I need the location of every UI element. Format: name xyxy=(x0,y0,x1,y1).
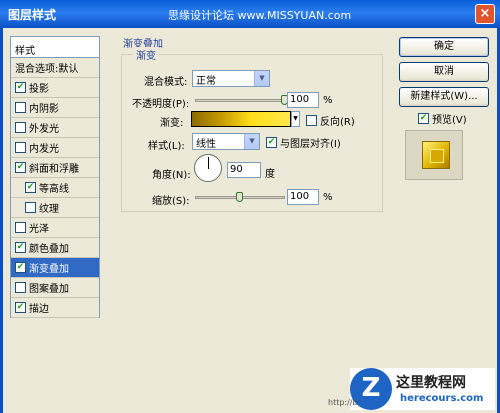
align-check-box[interactable]: ✔ xyxy=(266,137,277,148)
style-select[interactable]: 线性 ▼ xyxy=(192,133,260,150)
blend-mode-select[interactable]: 正常 ▼ xyxy=(192,70,270,87)
style-item-checkbox[interactable]: ✔ xyxy=(15,242,26,253)
style-item-label: 颜色叠加 xyxy=(29,244,69,255)
style-list-item[interactable]: ✔ 斜面和浮雕 xyxy=(11,158,99,178)
chevron-down-icon: ▼ xyxy=(244,134,259,149)
style-item-label: 混合选项:默认 xyxy=(15,64,79,75)
style-list-item[interactable]: ✔ 等高线 xyxy=(11,178,99,198)
style-item-checkbox[interactable]: ✔ xyxy=(15,162,26,173)
angle-input[interactable]: 90 xyxy=(227,162,261,178)
window-title: 图层样式 xyxy=(8,8,57,22)
style-list-item[interactable]: ✔ 渐变叠加 xyxy=(11,258,99,278)
angle-dial[interactable] xyxy=(194,154,222,182)
align-label: 与图层对齐(I) xyxy=(280,139,341,150)
scale-input[interactable]: 100 xyxy=(287,189,319,205)
angle-dial-needle xyxy=(208,157,209,169)
gradient-dropdown-icon[interactable]: ▼ xyxy=(291,111,300,127)
style-list-item[interactable]: 纹理 xyxy=(11,198,99,218)
style-item-checkbox[interactable] xyxy=(15,142,26,153)
style-list-item[interactable]: 图案叠加 xyxy=(11,278,99,298)
style-item-checkbox[interactable]: ✔ xyxy=(15,262,26,273)
style-item-label: 外发光 xyxy=(29,124,59,135)
preview-square-icon xyxy=(422,141,450,169)
scale-label: 缩放(S): xyxy=(152,196,190,207)
preview-check-box[interactable]: ✔ xyxy=(418,113,429,124)
gradient-label: 渐变: xyxy=(160,118,184,129)
blend-mode-value: 正常 xyxy=(196,76,216,87)
opacity-slider-track[interactable] xyxy=(195,99,285,102)
align-with-layer-checkbox[interactable]: ✔ 与图层对齐(I) xyxy=(266,135,341,150)
style-item-label: 纹理 xyxy=(39,204,59,215)
site-logo: Z 这里教程网 herecours.com xyxy=(350,368,495,410)
style-list-item[interactable]: ✔ 描边 xyxy=(11,298,99,318)
style-item-label: 斜面和浮雕 xyxy=(29,164,79,175)
cancel-button[interactable]: 取消 xyxy=(399,62,489,82)
style-list-item[interactable]: 混合选项:默认 xyxy=(11,58,99,78)
style-list-item[interactable]: 外发光 xyxy=(11,118,99,138)
logo-chinese-text: 这里教程网 xyxy=(396,375,466,391)
style-item-label: 等高线 xyxy=(39,184,69,195)
style-list-item[interactable]: 内发光 xyxy=(11,138,99,158)
style-list-header[interactable]: 样式 xyxy=(11,37,99,58)
blend-mode-label: 混合模式: xyxy=(144,77,188,88)
style-item-label: 内发光 xyxy=(29,144,59,155)
reverse-label: 反向(R) xyxy=(320,117,355,128)
chevron-down-icon: ▼ xyxy=(254,71,269,86)
reverse-check-box[interactable] xyxy=(306,115,317,126)
style-item-checkbox[interactable] xyxy=(25,202,36,213)
ok-button[interactable]: 确定 xyxy=(399,37,489,57)
style-item-label: 图案叠加 xyxy=(29,284,69,295)
preview-checkbox[interactable]: ✔ 预览(V) xyxy=(418,111,467,126)
style-item-checkbox[interactable]: ✔ xyxy=(15,82,26,93)
opacity-input[interactable]: 100 xyxy=(287,92,319,108)
style-item-checkbox[interactable]: ✔ xyxy=(25,182,36,193)
reverse-checkbox[interactable]: 反向(R) xyxy=(306,113,355,128)
opacity-unit: % xyxy=(323,95,333,106)
style-label: 样式(L): xyxy=(148,141,185,152)
style-item-checkbox[interactable] xyxy=(15,222,26,233)
style-item-checkbox[interactable]: ✔ xyxy=(15,302,26,313)
style-list: 样式 混合选项:默认 ✔ 投影 内阴影 外发光 内发光 ✔ 斜面和浮雕 ✔ 等高线 纹理 光泽 ✔ 颜色叠… xyxy=(10,36,100,318)
angle-unit: 度 xyxy=(265,169,275,180)
style-list-item[interactable]: 内阴影 xyxy=(11,98,99,118)
style-item-label: 渐变叠加 xyxy=(29,264,69,275)
logo-english-text: herecours.com xyxy=(400,393,484,404)
style-list-item[interactable]: ✔ 颜色叠加 xyxy=(11,238,99,258)
style-item-label: 内阴影 xyxy=(29,104,59,115)
style-item-label: 投影 xyxy=(29,84,49,95)
new-style-button[interactable]: 新建样式(W)... xyxy=(399,87,489,107)
style-list-item[interactable]: 光泽 xyxy=(11,218,99,238)
style-item-label: 光泽 xyxy=(29,224,49,235)
style-item-checkbox[interactable] xyxy=(15,122,26,133)
style-value: 线性 xyxy=(196,139,216,150)
close-button[interactable]: × xyxy=(475,4,495,24)
gradient-swatch[interactable] xyxy=(191,111,291,127)
scale-slider-thumb[interactable] xyxy=(236,192,243,202)
preview-label: 预览(V) xyxy=(432,115,467,126)
style-list-item[interactable]: ✔ 投影 xyxy=(11,78,99,98)
footer-url: http://b xyxy=(328,398,358,407)
style-preview xyxy=(405,130,463,180)
title-bar: 图层样式 思缘设计论坛 www.MISSYUAN.com × xyxy=(0,0,500,28)
angle-label: 角度(N): xyxy=(152,170,191,181)
style-item-checkbox[interactable] xyxy=(15,102,26,113)
style-item-checkbox[interactable] xyxy=(15,282,26,293)
watermark-text: 思缘设计论坛 www.MISSYUAN.com xyxy=(168,9,352,22)
group-title: 渐变 xyxy=(133,47,159,62)
opacity-label: 不透明度(P): xyxy=(132,99,190,110)
scale-unit: % xyxy=(323,192,333,203)
style-item-label: 描边 xyxy=(29,304,49,315)
